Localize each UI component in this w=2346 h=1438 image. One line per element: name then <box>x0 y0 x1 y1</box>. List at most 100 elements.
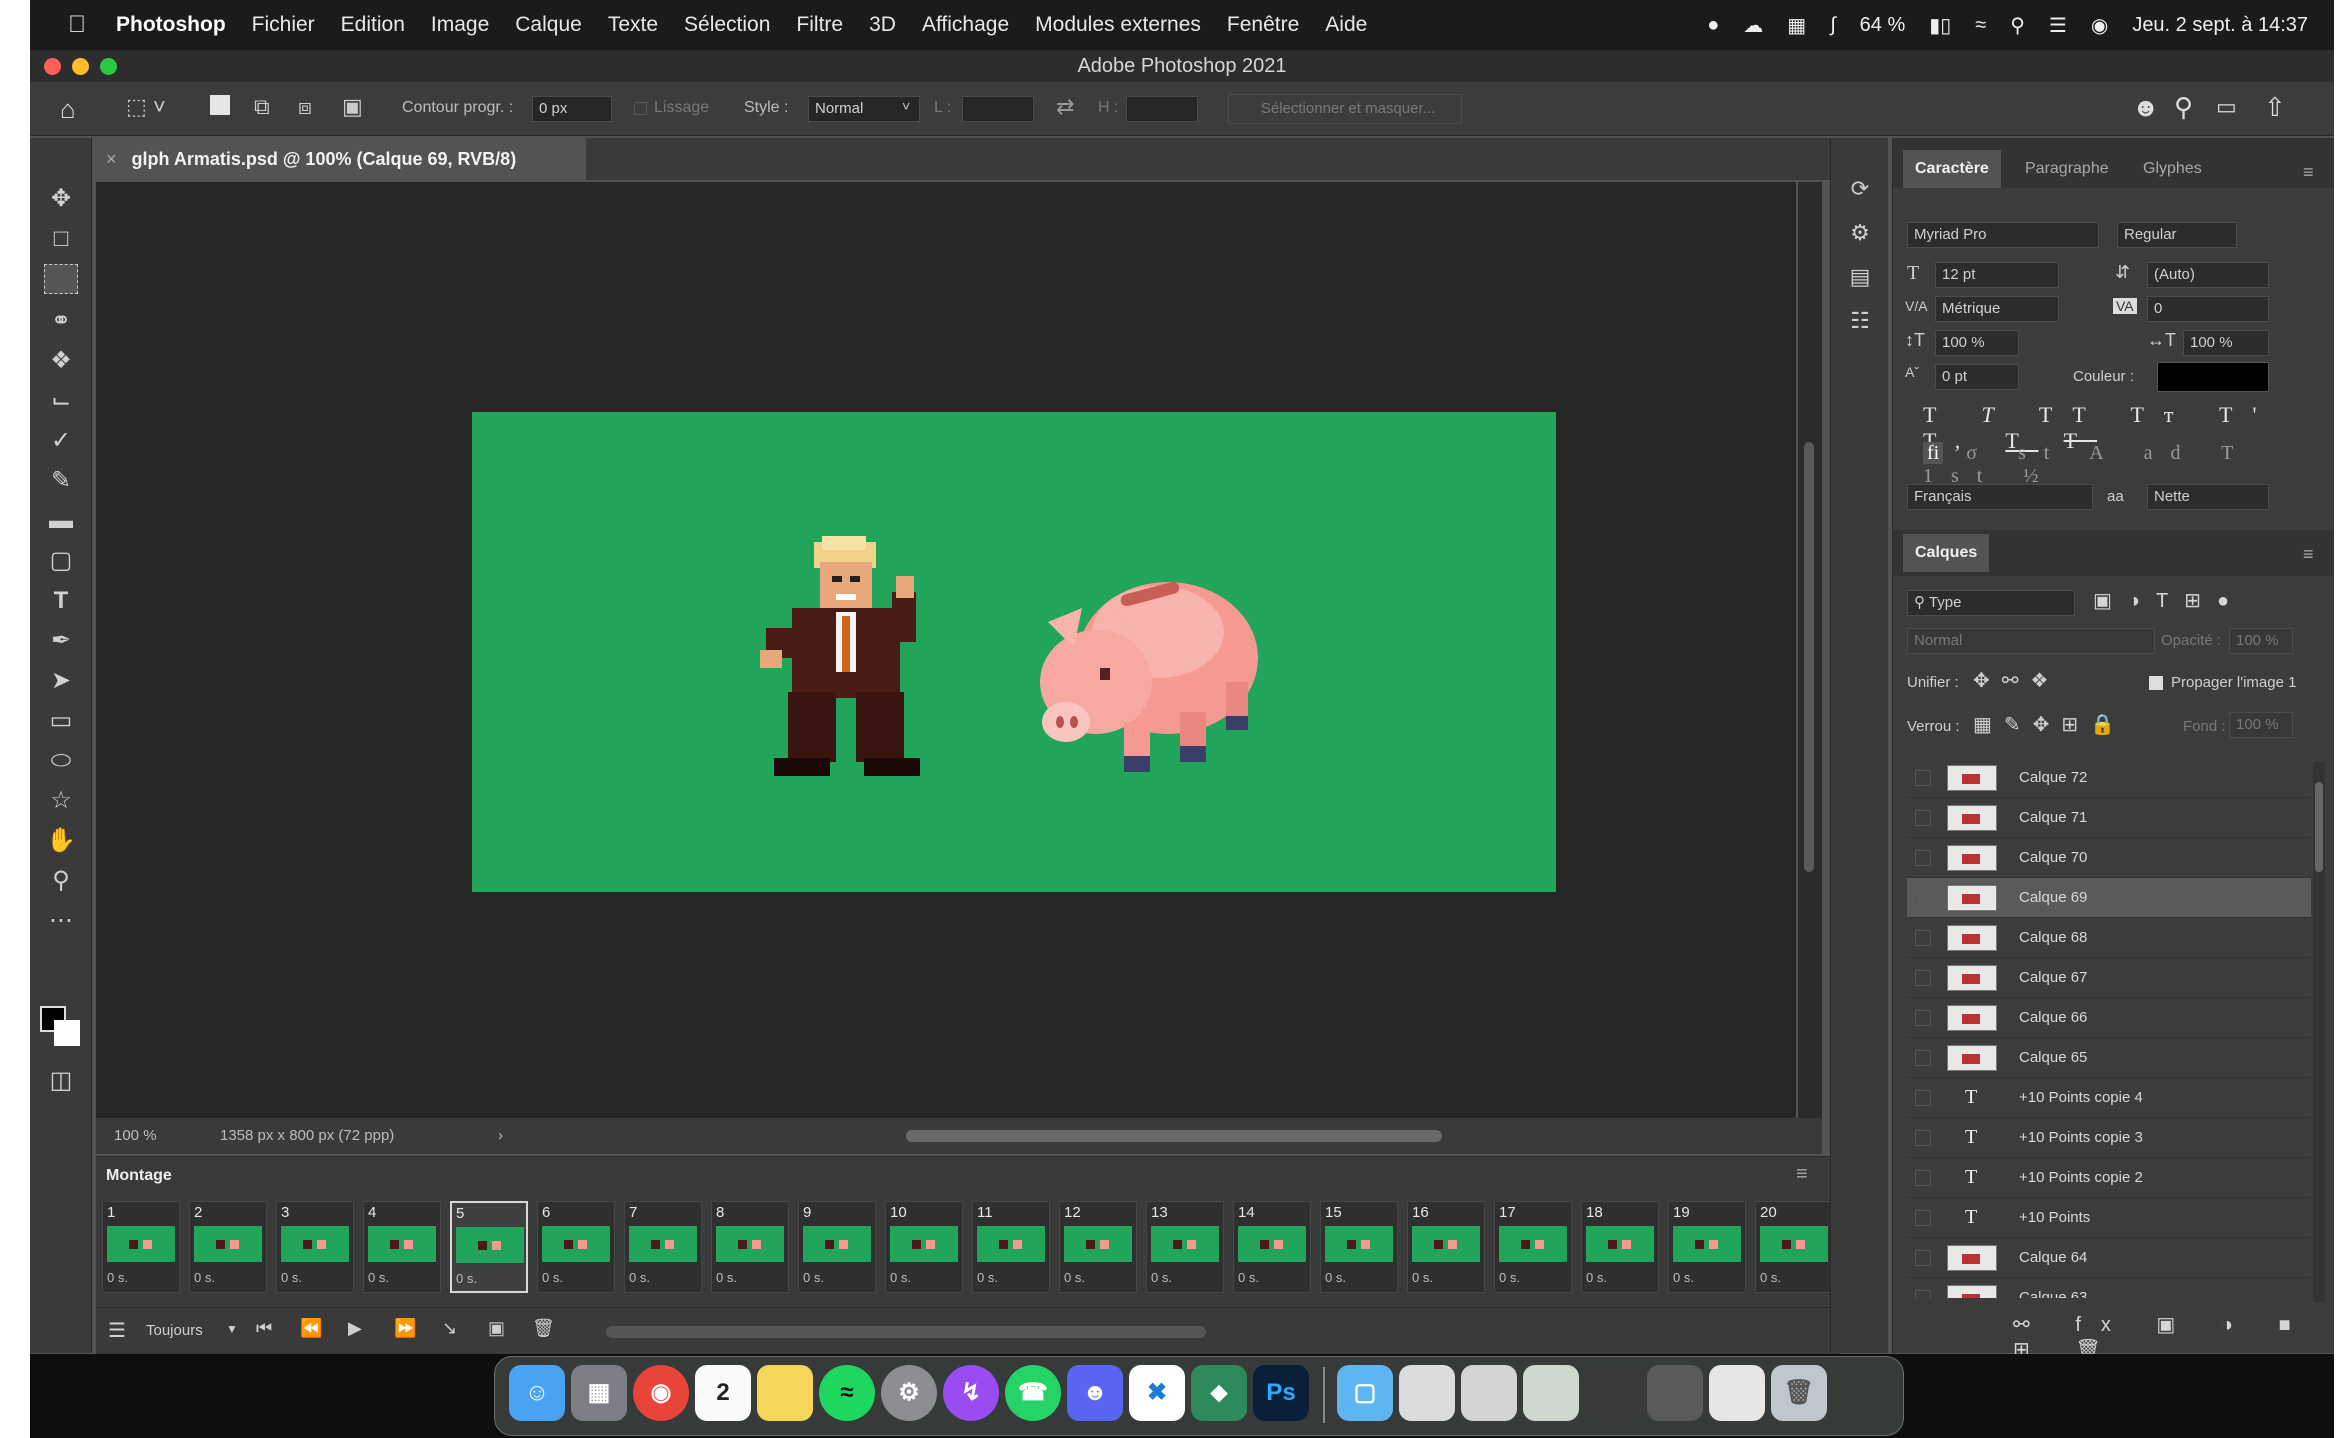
language-select[interactable]: Français <box>1907 484 2093 510</box>
layer-row[interactable]: Calque 66 <box>1907 998 2311 1038</box>
text-color-swatch[interactable] <box>2157 362 2269 392</box>
unify-icons[interactable]: ✥⚯❖ <box>1973 668 2060 693</box>
vscode-icon[interactable]: ✖ <box>1129 1365 1185 1421</box>
menu-item[interactable]: Filtre <box>796 13 843 37</box>
finder-icon[interactable]: ☺ <box>509 1365 565 1421</box>
cloud-icon[interactable]: ☁ <box>1743 13 1763 38</box>
adjustments-icon[interactable]: ⚙ <box>1845 220 1875 250</box>
grid-icon[interactable]: ▦ <box>1787 13 1806 38</box>
layer-row[interactable]: T +10 Points copie 3 <box>1907 1118 2311 1158</box>
tab-character[interactable]: Caractère <box>1903 150 2001 188</box>
siri-icon[interactable]: ◉ <box>2091 13 2108 38</box>
screenshot-4-icon[interactable] <box>1585 1365 1641 1421</box>
frame-duration[interactable]: 0 s. <box>456 1271 477 1286</box>
move-tool-icon[interactable]: ✥ <box>44 184 78 214</box>
sliders-icon[interactable]: ☷ <box>1845 308 1875 338</box>
antialias-select[interactable]: Nette <box>2147 484 2269 510</box>
messenger-icon[interactable]: ↯ <box>943 1365 999 1421</box>
visibility-toggle[interactable] <box>1915 1210 1931 1226</box>
share-icon[interactable]: ⇧ <box>2264 92 2286 123</box>
timeline-frame[interactable]: 4 0 s. <box>363 1201 441 1293</box>
fill-input[interactable]: 100 % <box>2229 712 2293 738</box>
frame-duration[interactable]: 0 s. <box>1151 1270 1172 1285</box>
home-icon[interactable]: ⌂ <box>60 94 76 125</box>
layer-row[interactable]: Calque 69 <box>1907 878 2311 918</box>
quick-select-tool-icon[interactable]: ❖ <box>44 346 78 376</box>
opacity-input[interactable]: 100 % <box>2229 628 2293 654</box>
layer-row[interactable]: Calque 64 <box>1907 1238 2311 1278</box>
background-color-swatch[interactable] <box>54 1020 80 1046</box>
lock-icons[interactable]: ▦✎✥⊞🔒 <box>1973 712 2127 737</box>
duplicate-frame-icon[interactable]: ▣ <box>488 1318 505 1339</box>
select-mask-button[interactable]: Sélectionner et masquer... <box>1228 94 1462 124</box>
width-input[interactable] <box>962 96 1034 122</box>
tab-glyphs[interactable]: Glyphes <box>2131 150 2214 188</box>
layer-row[interactable]: Calque 63 <box>1907 1278 2311 1298</box>
marquee-tool-icon[interactable] <box>44 264 78 294</box>
timeline-frame[interactable]: 12 0 s. <box>1059 1201 1137 1293</box>
timeline-frame[interactable]: 20 0 s. <box>1755 1201 1833 1293</box>
timeline-frame[interactable]: 14 0 s. <box>1233 1201 1311 1293</box>
menu-item[interactable]: Modules externes <box>1035 13 1201 37</box>
menu-item[interactable]: Texte <box>608 13 658 37</box>
visibility-toggle[interactable] <box>1915 930 1931 946</box>
battery-icon[interactable]: ▮▯ <box>1929 13 1951 38</box>
filter-icons[interactable]: ▣◑T⊞● <box>2093 588 2245 613</box>
font-style-select[interactable]: Regular <box>2117 222 2237 248</box>
more-tools-icon[interactable]: ⋯ <box>44 906 78 936</box>
kerning-input[interactable]: Métrique <box>1935 296 2059 322</box>
layer-row[interactable]: T +10 Points copie 4 <box>1907 1078 2311 1118</box>
search-icon[interactable]: ⚲ <box>2174 92 2193 123</box>
chrome-icon[interactable]: ◉ <box>633 1365 689 1421</box>
crop-tool-icon[interactable]: ⌙ <box>44 386 78 416</box>
visibility-toggle[interactable] <box>1915 1050 1931 1066</box>
frame-duration[interactable]: 0 s. <box>803 1270 824 1285</box>
screenshot-2-icon[interactable] <box>1461 1365 1517 1421</box>
scroll-thumb[interactable] <box>1804 442 1814 872</box>
visibility-toggle[interactable] <box>1915 770 1931 786</box>
vertical-scale-input[interactable]: 100 % <box>1935 330 2019 356</box>
frame-duration[interactable]: 0 s. <box>194 1270 215 1285</box>
play-icon[interactable]: ▶ <box>348 1318 362 1339</box>
whatsapp-icon[interactable]: ☎ <box>1005 1365 1061 1421</box>
layer-row[interactable]: T +10 Points <box>1907 1198 2311 1238</box>
close-button[interactable] <box>44 58 61 75</box>
marquee-preset-icon[interactable]: ⬚ ˅ <box>126 94 166 120</box>
menu-item[interactable]: Sélection <box>684 13 770 37</box>
frame-duration[interactable]: 0 s. <box>1412 1270 1433 1285</box>
timeline-frame[interactable]: 18 0 s. <box>1581 1201 1659 1293</box>
tab-layers[interactable]: Calques <box>1903 534 1990 572</box>
convert-timeline-icon[interactable]: ☰ <box>108 1318 126 1343</box>
timeline-scroll-thumb[interactable] <box>606 1326 1206 1338</box>
frame-duration[interactable]: 0 s. <box>629 1270 650 1285</box>
frame-duration[interactable]: 0 s. <box>368 1270 389 1285</box>
timeline-frame[interactable]: 17 0 s. <box>1494 1201 1572 1293</box>
visibility-toggle[interactable] <box>1915 1090 1931 1106</box>
atom-icon[interactable]: ⬥ <box>1191 1365 1247 1421</box>
swap-icon[interactable]: ⇄ <box>1056 94 1074 120</box>
properties-icon[interactable]: ▤ <box>1845 264 1875 294</box>
timeline-frame[interactable]: 13 0 s. <box>1146 1201 1224 1293</box>
tween-icon[interactable]: ↘ <box>442 1318 457 1339</box>
record-icon[interactable]: ● <box>1707 14 1719 37</box>
frame-duration[interactable]: 0 s. <box>1238 1270 1259 1285</box>
font-size-input[interactable]: 12 pt <box>1935 262 2059 288</box>
frame-duration[interactable]: 0 s. <box>1064 1270 1085 1285</box>
menu-item[interactable]: Aide <box>1325 13 1367 37</box>
timeline-frame[interactable]: 3 0 s. <box>276 1201 354 1293</box>
visibility-toggle[interactable] <box>1915 810 1931 826</box>
new-selection-icon[interactable] <box>210 95 230 115</box>
add-selection-icon[interactable]: ⧉ <box>254 94 270 120</box>
layer-row[interactable]: Calque 70 <box>1907 838 2311 878</box>
launchpad-icon[interactable]: ▦ <box>571 1365 627 1421</box>
user-icon[interactable]: ☻ <box>2132 92 2159 123</box>
feather-input[interactable]: 0 px <box>532 96 612 122</box>
lasso-tool-icon[interactable]: ⚭ <box>44 306 78 336</box>
antialias-checkbox[interactable] <box>634 102 647 115</box>
photoshop-icon[interactable]: Ps <box>1253 1365 1309 1421</box>
tracking-input[interactable]: 0 <box>2147 296 2269 322</box>
layers-scrollbar[interactable] <box>2313 762 2325 1302</box>
frame-duration[interactable]: 0 s. <box>542 1270 563 1285</box>
timeline-frame[interactable]: 5 0 s. <box>450 1201 528 1293</box>
propagate-checkbox[interactable] <box>2149 676 2163 690</box>
